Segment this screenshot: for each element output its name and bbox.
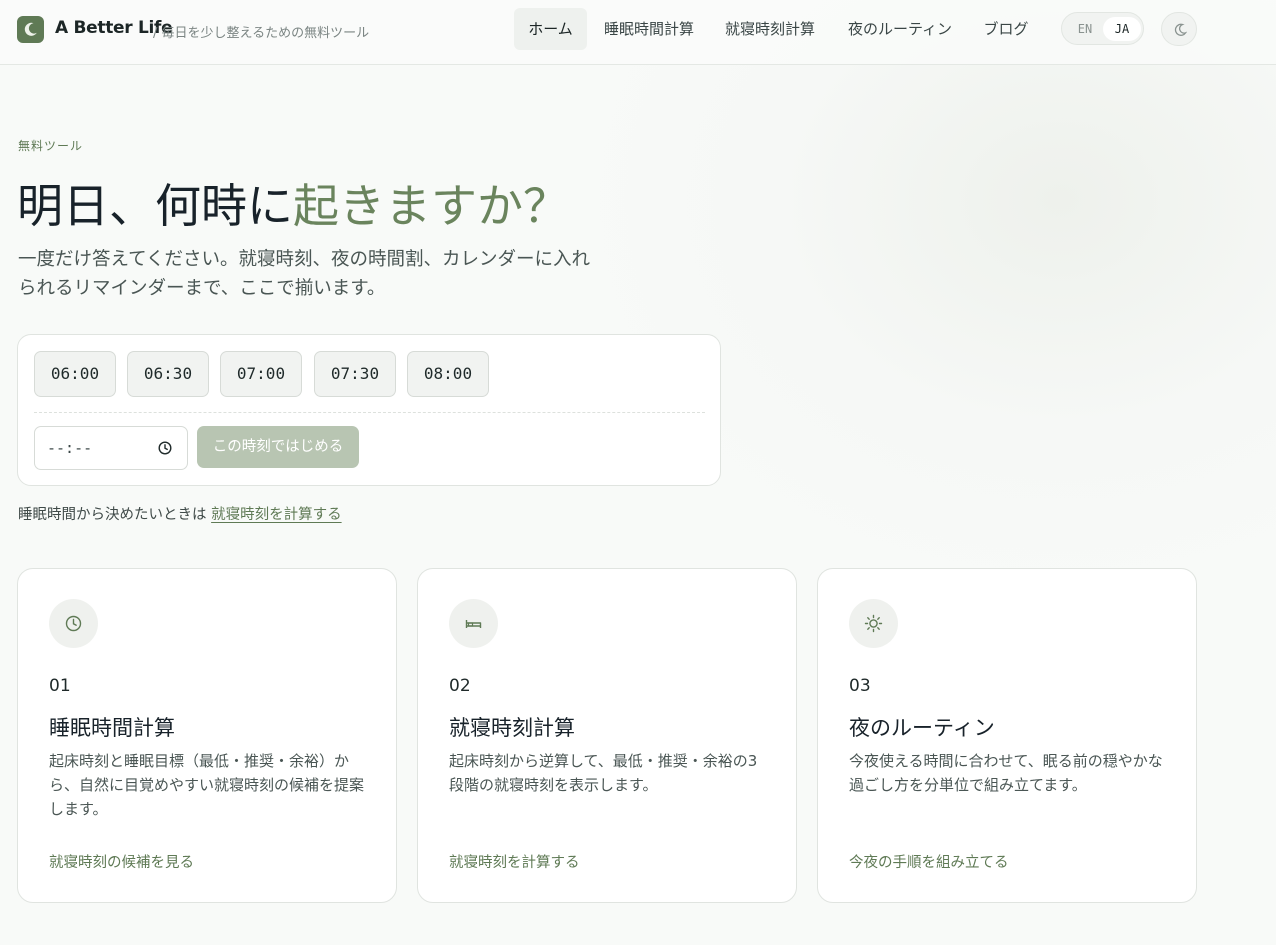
hero-title-accent: 起きますか？ bbox=[293, 179, 569, 233]
card-divider bbox=[34, 412, 705, 413]
feature-card-sleep-duration[interactable]: 01 睡眠時間計算 起床時刻と睡眠目標（最低・推奨・余裕）から、自然に目覚めやす… bbox=[17, 568, 397, 903]
start-with-time-button[interactable]: この時刻ではじめる bbox=[197, 426, 359, 468]
card-number: 02 bbox=[449, 676, 471, 696]
hero-title-main: 明日、何時に bbox=[17, 179, 293, 233]
bed-icon bbox=[465, 620, 482, 628]
card-title: 夜のルーティン bbox=[849, 716, 995, 740]
nav-item-sleep-duration-calculator[interactable]: 睡眠時間計算 bbox=[596, 8, 702, 50]
nav-item-night-routine[interactable]: 夜のルーティン bbox=[838, 8, 962, 50]
brand-tagline: / 毎日を少し整えるための無料ツール bbox=[153, 26, 370, 41]
nav-item-home[interactable]: ホーム bbox=[514, 8, 587, 50]
moon-icon bbox=[24, 22, 37, 36]
theme-toggle-button[interactable] bbox=[1161, 12, 1197, 46]
card-icon-badge bbox=[849, 599, 898, 648]
custom-time-input[interactable]: --:-- bbox=[34, 426, 188, 470]
feature-card-night-routine[interactable]: 03 夜のルーティン 今夜使える時間に合わせて、眠る前の穏やかな過ごし方を分単位… bbox=[817, 568, 1197, 903]
card-description: 起床時刻と睡眠目標（最低・推奨・余裕）から、自然に目覚めやすい就寝時刻の候補を提… bbox=[49, 752, 365, 818]
nav-item-bedtime-calculator[interactable]: 就寝時刻計算 bbox=[717, 8, 823, 50]
sun-icon bbox=[864, 614, 883, 633]
preset-time-chip[interactable]: 08:00 bbox=[407, 351, 489, 397]
lang-option-en[interactable]: EN bbox=[1068, 17, 1102, 41]
nav-item-blog[interactable]: ブログ bbox=[975, 8, 1037, 50]
card-number: 03 bbox=[849, 676, 871, 696]
moon-icon bbox=[1174, 23, 1187, 36]
hint-prefix: 睡眠時間から決めたいときは bbox=[18, 507, 212, 523]
card-icon-badge bbox=[449, 599, 498, 648]
card-link[interactable]: 就寝時刻の候補を見る bbox=[49, 851, 194, 872]
card-icon-badge bbox=[49, 599, 98, 648]
card-link[interactable]: 今夜の手順を組み立てる bbox=[849, 851, 1009, 872]
top-navigation-bar: A Better Life / 毎日を少し整えるための無料ツール ホーム 睡眠時… bbox=[0, 0, 1276, 65]
hero-eyebrow: 無料ツール bbox=[18, 139, 84, 153]
custom-time-value: --:-- bbox=[47, 439, 93, 457]
lang-option-ja[interactable]: JA bbox=[1103, 17, 1141, 41]
feature-card-bedtime[interactable]: 02 就寝時刻計算 起床時刻から逆算して、最低・推奨・余裕の3段階の就寝時刻を表… bbox=[417, 568, 797, 903]
preset-time-chip[interactable]: 07:30 bbox=[314, 351, 396, 397]
hero-title: 明日、何時に起きますか？ bbox=[17, 170, 569, 236]
card-description: 今夜使える時間に合わせて、眠る前の穏やかな過ごし方を分単位で組み立てます。 bbox=[849, 752, 1163, 794]
wake-time-picker-card: 06:00 06:30 07:00 07:30 08:00 --:-- この時刻… bbox=[17, 334, 721, 486]
card-description: 起床時刻から逆算して、最低・推奨・余裕の3段階の就寝時刻を表示します。 bbox=[449, 752, 758, 794]
clock-icon[interactable] bbox=[158, 441, 172, 455]
bedtime-calculator-link[interactable]: 就寝時刻を計算する bbox=[211, 507, 342, 523]
hero-subtitle: 一度だけ答えてください。就寝時刻、夜の時間割、カレンダーに入れられるリマインダー… bbox=[18, 249, 591, 299]
brand-logo[interactable] bbox=[17, 16, 44, 43]
card-link[interactable]: 就寝時刻を計算する bbox=[449, 851, 580, 872]
preset-time-chip[interactable]: 06:30 bbox=[127, 351, 209, 397]
language-toggle: EN JA bbox=[1061, 12, 1144, 45]
hint-text: 睡眠時間から決めたいときは 就寝時刻を計算する bbox=[18, 503, 342, 524]
preset-time-chip[interactable]: 07:00 bbox=[220, 351, 302, 397]
clock-icon bbox=[65, 615, 82, 632]
preset-time-chip[interactable]: 06:00 bbox=[34, 351, 116, 397]
card-title: 就寝時刻計算 bbox=[449, 716, 575, 740]
card-title: 睡眠時間計算 bbox=[49, 716, 175, 740]
card-number: 01 bbox=[49, 676, 71, 696]
